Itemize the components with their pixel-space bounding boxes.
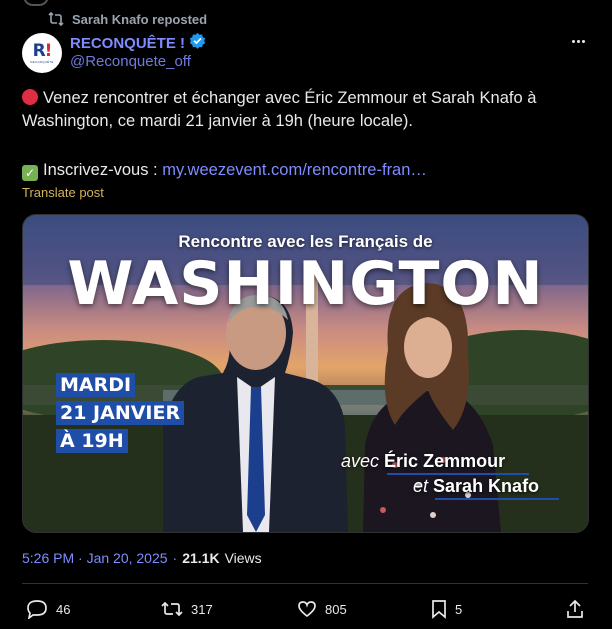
post-metadata: 5:26 PM · Jan 20, 2025 · 21.1K Views (22, 550, 262, 566)
reply-button[interactable]: 46 (26, 598, 70, 620)
author-display-name[interactable]: RECONQUÊTE ! (70, 35, 185, 52)
repost-label[interactable]: Sarah Knafo reposted (72, 12, 207, 27)
post-text-signup: ✓ Inscrivez-vous : my.weezevent.com/renco… (22, 159, 427, 181)
bookmark-button[interactable]: 5 (431, 598, 462, 620)
card-date-time: À 19H (56, 429, 128, 453)
share-button[interactable] (566, 598, 584, 620)
bookmark-count: 5 (455, 601, 463, 617)
repost-action-icon (161, 600, 183, 618)
card-date-date: 21 JANVIER (56, 401, 185, 425)
divider (22, 583, 588, 584)
verified-badge-icon (189, 32, 206, 54)
repost-indicator: Sarah Knafo reposted (48, 11, 207, 27)
signup-link[interactable]: my.weezevent.com/rencontre-fran… (162, 161, 427, 179)
more-options-icon[interactable] (568, 33, 588, 49)
author-name[interactable]: RECONQUÊTE ! (70, 32, 206, 54)
check-mark-emoji-icon: ✓ (22, 165, 38, 181)
repost-icon (48, 12, 64, 26)
author-handle[interactable]: @Reconquete_off (70, 53, 191, 70)
card-underline-2 (435, 498, 559, 500)
bookmark-icon (431, 599, 447, 619)
post-timestamp[interactable]: 5:26 PM · Jan 20, 2025 (22, 550, 168, 566)
card-with-line-2: et Sarah Knafo (413, 476, 540, 496)
views-count: 21.1K (182, 550, 220, 566)
avatar-logo: R! (32, 40, 53, 61)
post-text-line-2: Washington, ce mardi 21 janvier à 19h (h… (22, 112, 414, 130)
post-text-line-1: Venez rencontrer et échanger avec Éric Z… (22, 87, 536, 109)
heart-icon (297, 600, 317, 618)
meta-separator: · (172, 550, 178, 566)
card-date-day: MARDI (56, 373, 136, 397)
avatar[interactable]: R! RECONQUÊTE (22, 33, 62, 73)
red-circle-emoji-icon (22, 89, 38, 105)
reply-count: 46 (56, 601, 71, 617)
card-with-line-1: avec Éric Zemmour (341, 451, 506, 471)
translate-post-link[interactable]: Translate post (22, 185, 104, 200)
like-count: 805 (325, 601, 347, 617)
previous-avatar-edge (23, 0, 49, 6)
card-title: WASHINGTON (67, 249, 544, 319)
like-button[interactable]: 805 (297, 598, 347, 620)
post-media-image[interactable]: Rencontre avec les Français de WASHINGTO… (22, 214, 589, 533)
share-icon (566, 599, 584, 619)
repost-count: 317 (191, 601, 213, 617)
views-label: Views (224, 550, 262, 566)
repost-button[interactable]: 317 (161, 598, 213, 620)
avatar-caption: RECONQUÊTE (30, 59, 54, 64)
post[interactable]: Sarah Knafo reposted R! RECONQUÊTE RECON… (0, 0, 612, 629)
card-underline-1 (387, 473, 529, 475)
reply-icon (26, 599, 48, 619)
